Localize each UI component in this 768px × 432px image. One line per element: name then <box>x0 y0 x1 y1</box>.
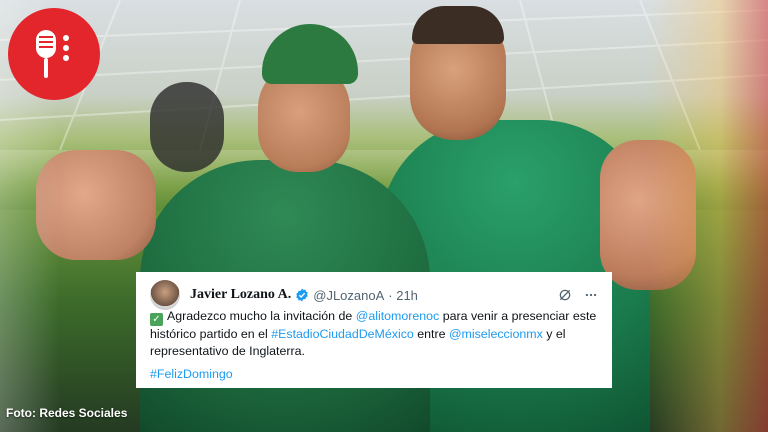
verified-badge-icon <box>296 288 309 302</box>
tweet-text-part: entre <box>413 327 449 341</box>
right-man-hair <box>412 6 504 44</box>
photo-credit: Foto: Redes Sociales <box>6 406 128 420</box>
mention-link[interactable]: @miseleccionmx <box>449 327 543 341</box>
hashtag-link[interactable]: #FelizDomingo <box>150 367 233 381</box>
check-mark-icon: ✓ <box>150 313 163 326</box>
grok-icon[interactable] <box>558 288 572 302</box>
mention-link[interactable]: @alitomorenoc <box>356 309 440 323</box>
tweet-header: Javier Lozano A. @JLozanoA · 21h <box>150 280 598 310</box>
microphone-icon <box>36 30 69 78</box>
more-icon[interactable] <box>584 288 598 302</box>
hashtag-line: #FelizDomingo <box>150 366 598 383</box>
author-name[interactable]: Javier Lozano A. <box>190 287 291 303</box>
avatar[interactable] <box>150 280 180 310</box>
glass-reflection-right <box>648 0 768 432</box>
tweet-time: · 21h <box>388 287 418 303</box>
background-fan <box>150 82 224 172</box>
hashtag-link[interactable]: #EstadioCiudadDeMéxico <box>271 327 414 341</box>
tweet-actions <box>558 288 598 302</box>
tweet-card: Javier Lozano A. @JLozanoA · 21h ✓ Agrade… <box>136 272 612 388</box>
tweet-text: ✓ Agradezco mucho la invitación de @alito… <box>150 308 598 383</box>
tweet-text-part: Agradezco mucho la invitación de <box>167 309 356 323</box>
author-handle[interactable]: @JLozanoA <box>313 288 384 303</box>
podcast-logo <box>8 8 100 100</box>
